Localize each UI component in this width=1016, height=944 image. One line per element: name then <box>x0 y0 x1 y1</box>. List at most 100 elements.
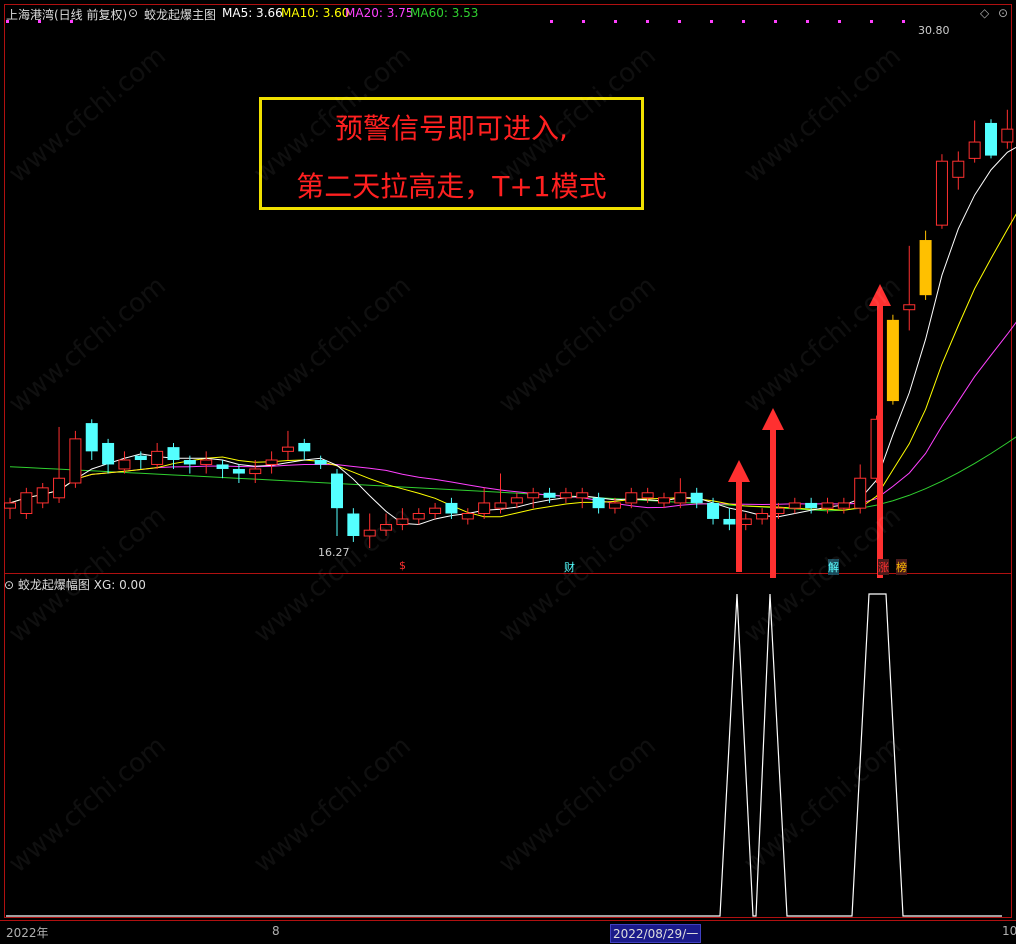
x-label-year: 2022年 <box>6 926 49 940</box>
candle-body <box>608 502 621 509</box>
x-axis: 2022年 8 2022/08/29/一 10 <box>0 920 1016 944</box>
candle-body <box>331 473 343 509</box>
marker-zhang[interactable]: 涨 <box>878 559 889 575</box>
candle-body <box>380 524 393 531</box>
candle-body <box>756 513 769 520</box>
top-dot-marker <box>710 20 713 23</box>
candle-body <box>249 468 262 475</box>
candle-body <box>363 529 376 537</box>
sub-dropdown-icon[interactable]: ⊙ <box>4 578 14 592</box>
candle-body <box>53 477 66 499</box>
candle-body <box>85 423 98 452</box>
candle-body <box>592 497 605 509</box>
candle-body <box>429 507 442 515</box>
top-dot-marker <box>646 20 649 23</box>
candle-body <box>478 502 491 515</box>
top-dot-marker <box>742 20 745 23</box>
annotation-line-2: 第二天拉高走，T+1模式 <box>296 170 607 203</box>
candle-body <box>641 492 654 499</box>
top-dot-marker <box>70 20 73 23</box>
top-dot-marker <box>38 20 41 23</box>
signal-arrow-shaft <box>877 298 883 578</box>
top-dot-marker <box>902 20 905 23</box>
xg-value: XG: 0.00 <box>93 578 146 592</box>
top-dot-marker <box>870 20 873 23</box>
signal-arrow-head <box>869 284 891 306</box>
candle-body <box>412 513 425 520</box>
candle-body <box>805 502 818 509</box>
candle-body <box>935 160 948 226</box>
candle-body <box>102 442 115 465</box>
candle-body <box>216 464 229 469</box>
signal-arrow-shaft <box>736 474 742 572</box>
candle-body <box>69 438 82 484</box>
candle-body <box>837 502 850 509</box>
top-dot-marker <box>678 20 681 23</box>
candle-body <box>625 492 638 504</box>
candle-body <box>494 502 507 509</box>
candle-body <box>903 304 916 311</box>
candle-body <box>919 240 932 296</box>
candle-body <box>281 446 294 452</box>
low-price-label: 16.27 <box>318 546 350 559</box>
candle-body <box>1001 128 1014 143</box>
candle-body <box>952 160 965 178</box>
candle-body <box>232 468 245 474</box>
x-label-month: 8 <box>272 924 280 938</box>
candle-body <box>200 459 213 465</box>
signal-arrow-shaft <box>770 422 776 578</box>
top-dot-marker <box>582 20 585 23</box>
signal-arrow-head <box>762 408 784 430</box>
candle-body <box>183 460 196 465</box>
candle-body <box>510 497 523 504</box>
candle-body <box>576 492 589 499</box>
candle-body <box>461 513 474 520</box>
high-price-label: 30.80 <box>918 24 950 37</box>
annotation-line-1: 预警信号即可进入, <box>335 112 568 145</box>
top-dot-marker <box>838 20 841 23</box>
top-dot-marker <box>550 20 553 23</box>
xg-signal-line <box>6 593 1002 917</box>
candle-body <box>36 487 49 504</box>
signal-arrow-head <box>728 460 750 482</box>
x-label-right: 10 <box>1002 924 1016 938</box>
sub-panel-header: ⊙ 蛟龙起爆幅图 XG: 0.00 <box>4 576 146 593</box>
candle-body <box>788 502 801 509</box>
candle-body <box>707 502 720 519</box>
candle-body <box>167 447 180 461</box>
candle-body <box>985 122 997 156</box>
top-dot-marker <box>6 20 9 23</box>
candle-body <box>445 502 458 514</box>
sub-panel-title[interactable]: 蛟龙起爆幅图 <box>18 578 90 592</box>
candle-body <box>527 492 540 499</box>
marker-bang[interactable]: 榜 <box>896 559 907 575</box>
candle-body <box>559 492 572 499</box>
candle-body <box>298 442 311 452</box>
candle-body <box>886 319 899 402</box>
candle-body <box>674 492 687 504</box>
candle-body <box>968 141 981 159</box>
candle-body <box>314 460 327 465</box>
candle-body <box>134 455 147 461</box>
candle-body <box>543 492 556 498</box>
candle-body <box>118 459 131 470</box>
marker-s[interactable]: $ <box>399 559 406 572</box>
top-dot-marker <box>774 20 777 23</box>
candle-body <box>854 477 867 509</box>
candle-body <box>4 502 16 509</box>
top-dot-marker <box>614 20 617 23</box>
marker-jie[interactable]: 解 <box>828 559 839 575</box>
x-label-date[interactable]: 2022/08/29/一 <box>610 924 702 943</box>
marker-cai[interactable]: 财 <box>564 559 575 575</box>
candle-body <box>20 492 33 515</box>
top-dot-marker <box>806 20 809 23</box>
candle-body <box>821 502 834 509</box>
candle-body <box>265 459 278 465</box>
candle-body <box>723 518 736 525</box>
annotation-box: 预警信号即可进入, 第二天拉高走，T+1模式 <box>259 97 644 210</box>
candle-body <box>151 450 164 465</box>
candle-body <box>658 497 670 504</box>
candle-body <box>690 492 703 503</box>
candle-body <box>347 513 360 536</box>
candle-body <box>396 518 409 526</box>
